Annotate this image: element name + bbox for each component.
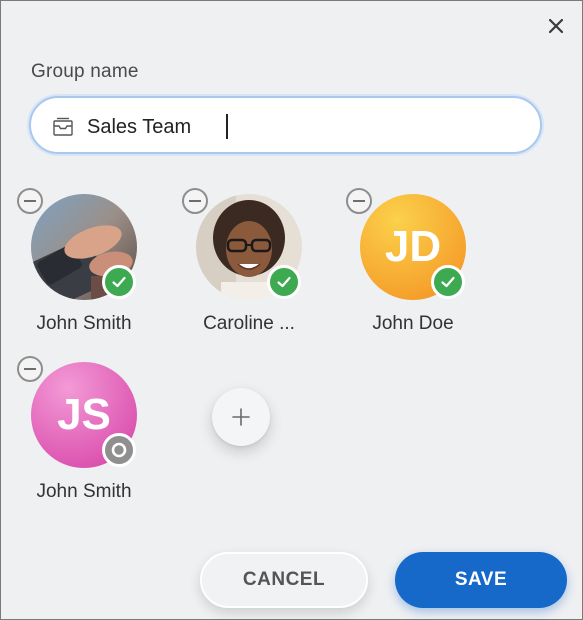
check-icon <box>112 276 126 288</box>
text-cursor <box>226 114 228 139</box>
status-badge <box>102 265 136 299</box>
member-card: JS John Smith <box>17 356 157 512</box>
status-badge <box>431 265 465 299</box>
close-button[interactable] <box>546 16 566 36</box>
remove-member-button[interactable] <box>182 188 208 214</box>
group-inbox-icon <box>53 117 73 136</box>
status-badge <box>102 433 136 467</box>
minus-icon <box>353 200 365 202</box>
member-card: JD John Doe <box>346 188 486 344</box>
check-icon <box>441 276 455 288</box>
minus-icon <box>189 200 201 202</box>
group-name-label: Group name <box>31 61 139 82</box>
member-card: Caroline ... <box>182 188 322 344</box>
member-name: John Smith <box>36 481 132 502</box>
add-member-button[interactable] <box>212 388 270 446</box>
member-card: John Smith <box>17 188 157 344</box>
remove-member-button[interactable] <box>17 188 43 214</box>
minus-icon <box>24 200 36 202</box>
minus-icon <box>24 368 36 370</box>
member-name: Caroline ... <box>203 313 295 334</box>
remove-member-button[interactable] <box>346 188 372 214</box>
status-badge <box>267 265 301 299</box>
group-name-field[interactable] <box>29 96 542 154</box>
remove-member-button[interactable] <box>17 356 43 382</box>
cancel-button[interactable]: CANCEL <box>200 552 368 608</box>
group-name-input[interactable] <box>87 112 487 142</box>
avatar-initials: JD <box>384 222 442 271</box>
pending-icon <box>111 442 127 458</box>
member-name: John Smith <box>36 313 132 334</box>
member-name: John Doe <box>372 313 454 334</box>
close-icon[interactable] <box>549 19 563 33</box>
save-button[interactable]: SAVE <box>395 552 567 608</box>
create-group-dialog: Group name Sales Team John Smith Carolin… <box>0 0 583 620</box>
avatar-initials: JS <box>57 390 111 439</box>
check-icon <box>277 276 291 288</box>
plus-icon <box>232 408 250 426</box>
